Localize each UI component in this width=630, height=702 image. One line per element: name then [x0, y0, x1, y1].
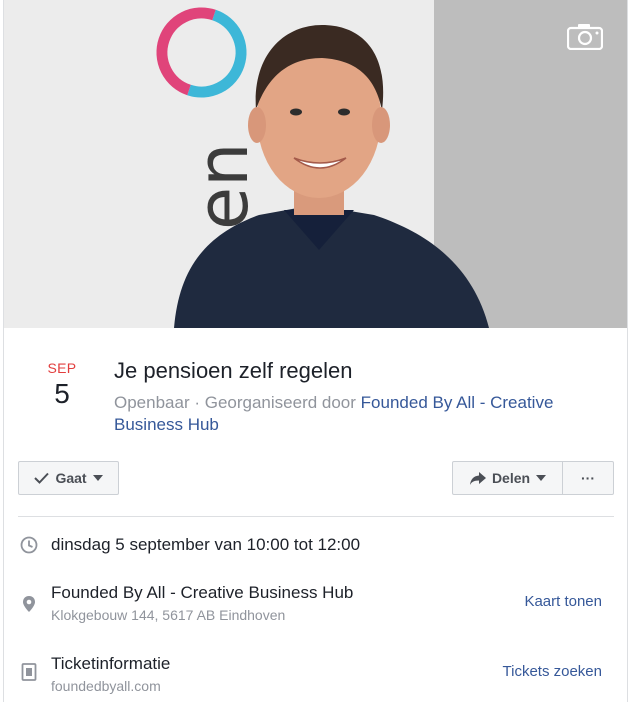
event-meta: Openbaar · Georganiseerd door Founded By…: [114, 392, 584, 436]
share-arrow-icon: [469, 471, 486, 485]
event-privacy-text: Openbaar · Georganiseerd door: [114, 393, 361, 412]
check-icon: [34, 472, 50, 484]
find-tickets-link[interactable]: Tickets zoeken: [503, 663, 603, 680]
cover-photo-image: en: [4, 0, 627, 328]
share-button-label: Delen: [491, 470, 531, 486]
event-datetime[interactable]: dinsdag 5 september van 10:00 tot 12:00: [51, 535, 360, 555]
cover-banner-text: en: [182, 143, 264, 230]
event-date-day: 5: [54, 378, 70, 409]
ticket-icon: [21, 663, 37, 681]
more-options-label: ···: [581, 470, 595, 486]
going-button[interactable]: Gaat: [18, 461, 119, 495]
location-address: Klokgebouw 144, 5617 AB Eindhoven: [51, 607, 286, 623]
show-map-link[interactable]: Kaart tonen: [524, 593, 602, 610]
divider: [18, 516, 614, 517]
more-options-button[interactable]: ···: [562, 461, 614, 495]
location-pin-icon: [23, 596, 35, 612]
clock-icon: [20, 536, 38, 554]
camera-icon[interactable]: [566, 22, 604, 51]
going-button-label: Gaat: [55, 470, 87, 486]
chevron-down-icon: [92, 475, 103, 481]
cover-photo: en: [4, 0, 627, 328]
event-title: Je pensioen zelf regelen: [114, 358, 353, 383]
event-date-month: SEP: [47, 360, 77, 376]
event-date: SEP 5: [42, 360, 82, 410]
event-card: en SEP 5 Je pensioen zelf regelen Openba…: [3, 0, 628, 702]
chevron-down-icon: [536, 475, 547, 481]
location-name[interactable]: Founded By All - Creative Business Hub: [51, 583, 353, 603]
share-button[interactable]: Delen: [452, 461, 564, 495]
ticket-site-link[interactable]: foundedbyall.com: [51, 678, 161, 694]
ticket-info-title: Ticketinformatie: [51, 654, 171, 673]
